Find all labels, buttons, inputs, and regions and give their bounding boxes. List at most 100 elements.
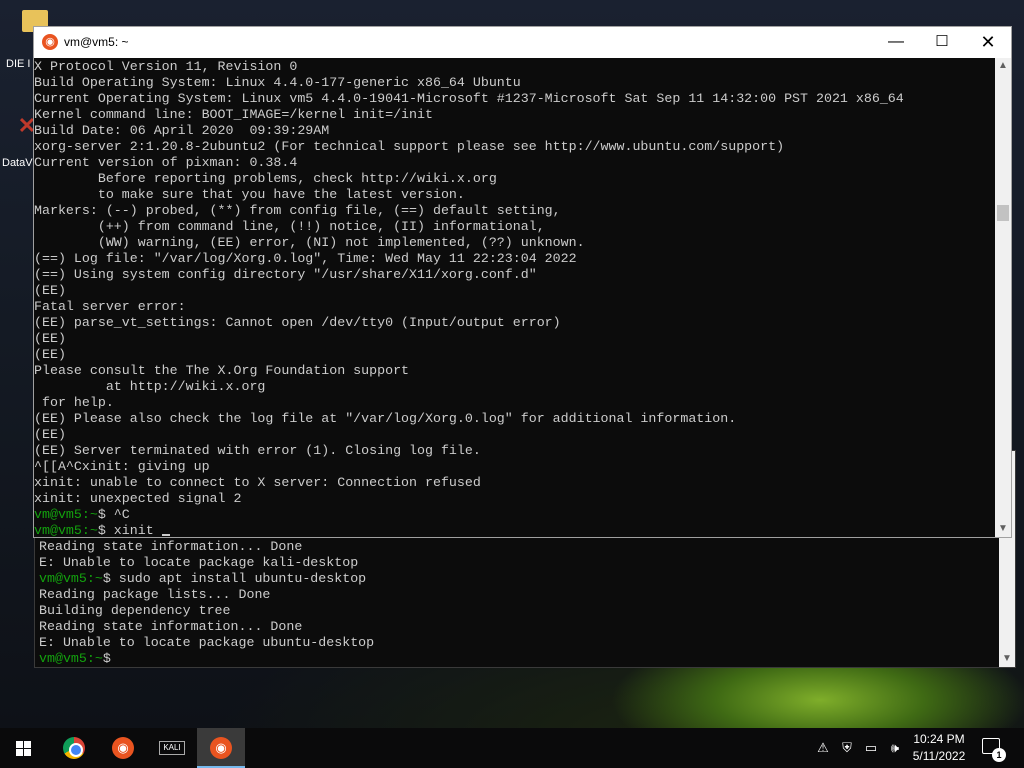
chrome-icon <box>63 737 85 759</box>
text-cursor <box>161 534 170 536</box>
taskbar-app-kali[interactable]: KALI <box>148 728 196 768</box>
shell-prompt: vm@vm5:~ <box>39 571 103 586</box>
start-button[interactable] <box>0 728 48 768</box>
terminal-body[interactable]: X Protocol Version 11, Revision 0 Build O… <box>34 58 995 537</box>
terminal-line: to make sure that you have the latest ve… <box>34 187 904 203</box>
terminal-line: Current Operating System: Linux vm5 4.4.… <box>34 91 904 107</box>
terminal-line: (==) Log file: "/var/log/Xorg.0.log", Ti… <box>34 251 904 267</box>
terminal-line: vm@vm5:~$ xinit <box>34 523 904 537</box>
terminal-line-text: (EE) <box>34 427 66 442</box>
shell-prompt: vm@vm5:~ <box>34 507 98 522</box>
terminal-line-text: for help. <box>34 395 114 410</box>
terminal-line: Building dependency tree <box>39 603 997 619</box>
terminal-line-text: E: Unable to locate package kali-desktop <box>39 555 359 570</box>
terminal-line-text: Current version of pixman: 0.38.4 <box>34 155 298 170</box>
shell-prompt: vm@vm5:~ <box>39 651 103 666</box>
taskbar-app-chrome[interactable] <box>50 728 98 768</box>
terminal-line-text: (WW) warning, (EE) error, (NI) not imple… <box>34 235 585 250</box>
terminal-line-text: ^[[A^Cxinit: giving up <box>34 459 210 474</box>
security-icon[interactable]: ⛨ <box>836 728 858 768</box>
terminal-line: xinit: unable to connect to X server: Co… <box>34 475 904 491</box>
terminal-line-text: xinit: unexpected signal 2 <box>34 491 242 506</box>
terminal-line: E: Unable to locate package kali-desktop <box>39 555 997 571</box>
terminal-line: Please consult the The X.Org Foundation … <box>34 363 904 379</box>
terminal-window[interactable]: ◉ vm@vm5: ~ — ☐ ✕ X Protocol Version 11,… <box>33 26 1012 538</box>
terminal-line-text: to make sure that you have the latest ve… <box>34 187 465 202</box>
minimize-button[interactable]: — <box>873 27 919 58</box>
ubuntu-icon: ◉ <box>112 737 134 759</box>
scroll-down-icon[interactable]: ▼ <box>999 651 1015 667</box>
terminal-scrollbar[interactable]: ▲ ▼ <box>995 58 1011 537</box>
scrollbar-thumb[interactable] <box>997 205 1009 221</box>
notification-count-badge: 1 <box>992 748 1006 762</box>
terminal-line: X Protocol Version 11, Revision 0 <box>34 59 904 75</box>
background-terminal-output: Reading state information... Done E: Unab… <box>39 539 997 667</box>
desktop-icon-label-datav[interactable]: DataV <box>2 157 33 169</box>
terminal-line: Reading state information... Done <box>39 539 997 555</box>
terminal-line-text: $ <box>102 651 119 666</box>
maximize-button[interactable]: ☐ <box>919 27 965 58</box>
terminal-line: (EE) Server terminated with error (1). C… <box>34 443 904 459</box>
terminal-line: xinit: unexpected signal 2 <box>34 491 904 507</box>
close-button[interactable]: ✕ <box>965 27 1011 58</box>
terminal-line-text: Markers: (--) probed, (**) from config f… <box>34 203 561 218</box>
terminal-line: Build Date: 06 April 2020 09:39:29AM <box>34 123 904 139</box>
terminal-line-text: Before reporting problems, check http://… <box>34 171 497 186</box>
terminal-line-text: $ sudo apt install ubuntu-desktop <box>102 571 367 586</box>
terminal-line-text: Current Operating System: Linux vm5 4.4.… <box>34 91 904 106</box>
terminal-line: (EE) <box>34 427 904 443</box>
terminal-line-text: (++) from command line, (!!) notice, (II… <box>34 219 545 234</box>
terminal-line-text: X Protocol Version 11, Revision 0 <box>34 59 298 74</box>
terminal-line: Before reporting problems, check http://… <box>34 171 904 187</box>
terminal-line: Kernel command line: BOOT_IMAGE=/kernel … <box>34 107 904 123</box>
terminal-line-text: (==) Using system config directory "/usr… <box>34 267 537 282</box>
terminal-line: (EE) Please also check the log file at "… <box>34 411 904 427</box>
desktop-icon-label-folder[interactable]: DIE I <box>6 58 30 70</box>
terminal-line: at http://wiki.x.org <box>34 379 904 395</box>
terminal-line-text: E: Unable to locate package ubuntu-deskt… <box>39 635 375 650</box>
terminal-line-text: Building dependency tree <box>39 603 231 618</box>
ubuntu-icon: ◉ <box>210 737 232 759</box>
terminal-line: Reading state information... Done <box>39 619 997 635</box>
terminal-line: vm@vm5:~$ sudo apt install ubuntu-deskto… <box>39 571 997 587</box>
terminal-line-text: (==) Log file: "/var/log/Xorg.0.log", Ti… <box>34 251 577 266</box>
network-icon[interactable]: ⚠ <box>812 728 834 768</box>
window-title: vm@vm5: ~ <box>64 35 129 49</box>
terminal-line: for help. <box>34 395 904 411</box>
terminal-line: vm@vm5:~$ <box>39 651 997 667</box>
terminal-line-text: Please consult the The X.Org Foundation … <box>34 363 410 378</box>
clock-date: 5/11/2022 <box>912 749 966 763</box>
terminal-line-text: $ xinit <box>97 523 162 537</box>
terminal-line: (EE) <box>34 331 904 347</box>
taskbar-app-ubuntu[interactable]: ◉ <box>99 728 147 768</box>
terminal-line: (==) Using system config directory "/usr… <box>34 267 904 283</box>
terminal-line-text: xorg-server 2:1.20.8-2ubuntu2 (For techn… <box>34 139 785 154</box>
volume-icon[interactable]: 🕪 <box>884 728 906 768</box>
terminal-line: E: Unable to locate package ubuntu-deskt… <box>39 635 997 651</box>
terminal-line-text: (EE) <box>34 283 66 298</box>
system-clock[interactable]: 10:24 PM 5/11/2022 <box>906 731 972 765</box>
terminal-line: (EE) parse_vt_settings: Cannot open /dev… <box>34 315 904 331</box>
terminal-line: Reading package lists... Done <box>39 587 997 603</box>
terminal-line-text: Reading state information... Done <box>39 539 303 554</box>
terminal-line-text: (EE) <box>34 331 66 346</box>
scroll-up-icon[interactable]: ▲ <box>995 58 1011 74</box>
terminal-line-text: Reading package lists... Done <box>39 587 271 602</box>
terminal-line-text: xinit: unable to connect to X server: Co… <box>34 475 481 490</box>
terminal-line-text: $ ^C <box>97 507 130 522</box>
terminal-line-text: Build Operating System: Linux 4.4.0-177-… <box>34 75 521 90</box>
taskbar: ◉ KALI ◉ ⚠ ⛨ ▭ 🕪 10:24 PM 5/11/2022 1 <box>0 728 1024 768</box>
display-icon[interactable]: ▭ <box>860 728 882 768</box>
terminal-line: (WW) warning, (EE) error, (NI) not imple… <box>34 235 904 251</box>
window-titlebar[interactable]: ◉ vm@vm5: ~ — ☐ ✕ <box>34 27 1011 58</box>
terminal-output: X Protocol Version 11, Revision 0 Build O… <box>34 59 904 537</box>
terminal-line: (EE) <box>34 347 904 363</box>
terminal-line: vm@vm5:~$ ^C <box>34 507 904 523</box>
shell-prompt: vm@vm5:~ <box>34 523 98 537</box>
taskbar-app-ubuntu-active[interactable]: ◉ <box>197 728 245 768</box>
terminal-line-text: Fatal server error: <box>34 299 186 314</box>
terminal-line: Current version of pixman: 0.38.4 <box>34 155 904 171</box>
scroll-down-icon[interactable]: ▼ <box>995 521 1011 537</box>
terminal-line-text: (EE) Server terminated with error (1). C… <box>34 443 481 458</box>
terminal-line-text: Kernel command line: BOOT_IMAGE=/kernel … <box>34 107 433 122</box>
